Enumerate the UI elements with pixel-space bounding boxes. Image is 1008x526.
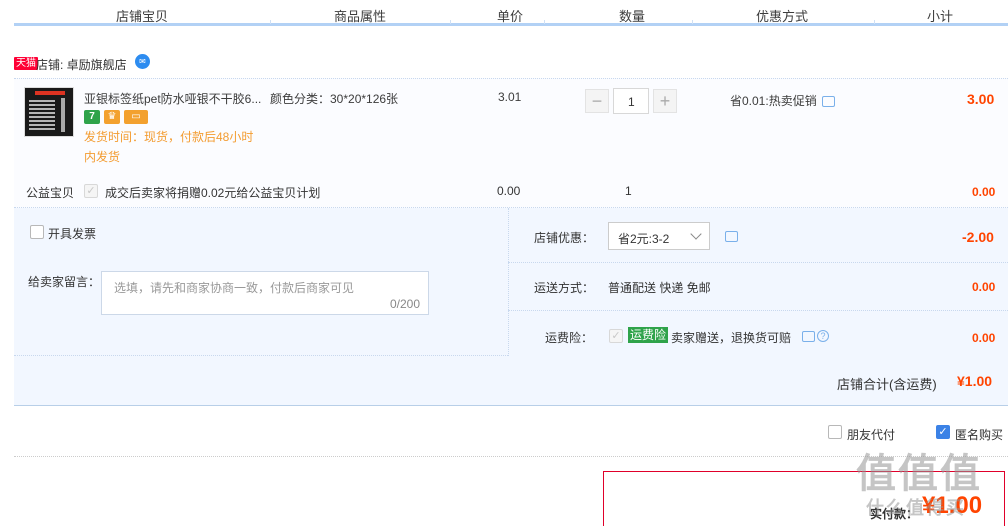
col-unit-price: 单价: [496, 9, 523, 24]
col-attributes: 商品属性: [333, 9, 386, 24]
qty-decrease-button[interactable]: −: [585, 89, 609, 113]
shop-discount-value: 省2元:3-2: [618, 232, 670, 246]
shop-discount-select[interactable]: 省2元:3-2: [608, 222, 710, 250]
product-attribute: 颜色分类：30*20*126张: [270, 92, 399, 106]
item-subtotal: 3.00: [967, 91, 995, 107]
charity-checkbox: ✓: [84, 184, 98, 198]
insurance-badge: 运费险: [628, 327, 669, 343]
insurance-amount: 0.00: [972, 331, 996, 345]
message-placeholder: 选填，请先和商家协商一致，付款后商家可见: [114, 281, 355, 295]
thumbnail-pen: [61, 98, 65, 132]
charity-price: 0.00: [497, 184, 521, 198]
ship-time-line2: 内发货: [84, 150, 121, 164]
chat-icon[interactable]: ✉: [135, 54, 150, 69]
help-icon[interactable]: ?: [817, 330, 829, 342]
col-separator: [270, 20, 271, 24]
guarantee-icon[interactable]: ♛: [104, 110, 120, 124]
invoice-label[interactable]: 开具发票: [48, 225, 96, 242]
column-header: 店铺宝贝 商品属性 单价 数量 优惠方式 小计: [14, 0, 1008, 26]
charity-label: 公益宝贝: [26, 186, 75, 200]
thumbnail-label-strip: [35, 91, 65, 95]
col-separator: [450, 20, 451, 24]
col-separator: [692, 20, 693, 24]
insurance-info-icon[interactable]: [802, 331, 815, 342]
insurance-desc: 卖家赠送，退换货可赔: [671, 331, 792, 345]
col-separator: [874, 20, 875, 24]
col-shop-item: 店铺宝贝: [115, 9, 168, 24]
watermark-text: 什么值得买: [866, 498, 966, 518]
insurance-label: 运费险：: [545, 331, 594, 345]
shipping-amount: 0.00: [972, 280, 996, 294]
shipping-value: 普通配送 快递 免邮: [608, 281, 711, 295]
col-discount: 优惠方式: [755, 9, 808, 24]
message-char-count: 0/200: [389, 297, 420, 311]
shop-total-value: ¥1.00: [957, 373, 993, 389]
shipping-label: 运送方式：: [534, 281, 595, 295]
product-thumbnail[interactable]: [24, 87, 74, 137]
col-subtotal: 小计: [926, 9, 953, 24]
col-quantity: 数量: [618, 9, 645, 24]
watermark-logo: 值值值: [856, 452, 982, 496]
qty-increase-button[interactable]: +: [653, 89, 677, 113]
ship-time-line1: 发货时间：现货，付款后48小时: [84, 130, 254, 144]
message-label: 给卖家留言：: [28, 275, 101, 289]
promo-info-icon[interactable]: [822, 96, 835, 107]
discount-info-icon[interactable]: [725, 231, 738, 242]
shop-discount-label: 店铺优惠：: [534, 231, 595, 245]
quantity-value: 1: [628, 95, 635, 109]
col-separator: [544, 20, 545, 24]
anonymous-checkbox[interactable]: ✓: [936, 425, 950, 439]
insurance-checkbox: ✓: [609, 329, 623, 343]
charity-subtotal: 0.00: [972, 185, 996, 199]
shop-total-label: 店铺合计(含运费): [837, 377, 937, 392]
shop-name[interactable]: 店铺: 卓励旗舰店: [36, 56, 127, 73]
product-title[interactable]: 亚银标签纸pet防水哑银不干胶6...: [84, 90, 261, 107]
charity-qty: 1: [625, 184, 632, 198]
charity-desc: 成交后卖家将捐赠0.02元给公益宝贝计划: [105, 186, 321, 200]
friend-pay-checkbox[interactable]: [828, 425, 842, 439]
seven-day-return-icon[interactable]: 7: [84, 110, 100, 124]
unit-price: 3.01: [498, 90, 522, 104]
card-icon[interactable]: ▭: [124, 110, 148, 124]
row-divider: [508, 262, 1008, 263]
promo-text: 省0.01:热卖促销: [730, 94, 817, 108]
row-divider: [508, 310, 1008, 311]
shop-discount-amount: -2.00: [962, 229, 994, 245]
quantity-stepper[interactable]: 1: [613, 88, 649, 114]
message-input[interactable]: 选填，请先和商家协商一致，付款后商家可见 0/200: [101, 271, 429, 315]
tmall-badge: 天猫: [14, 57, 38, 70]
chevron-down-icon: [690, 228, 702, 240]
invoice-checkbox[interactable]: [30, 225, 44, 239]
thumbnail-sticker-grid: [29, 98, 55, 130]
